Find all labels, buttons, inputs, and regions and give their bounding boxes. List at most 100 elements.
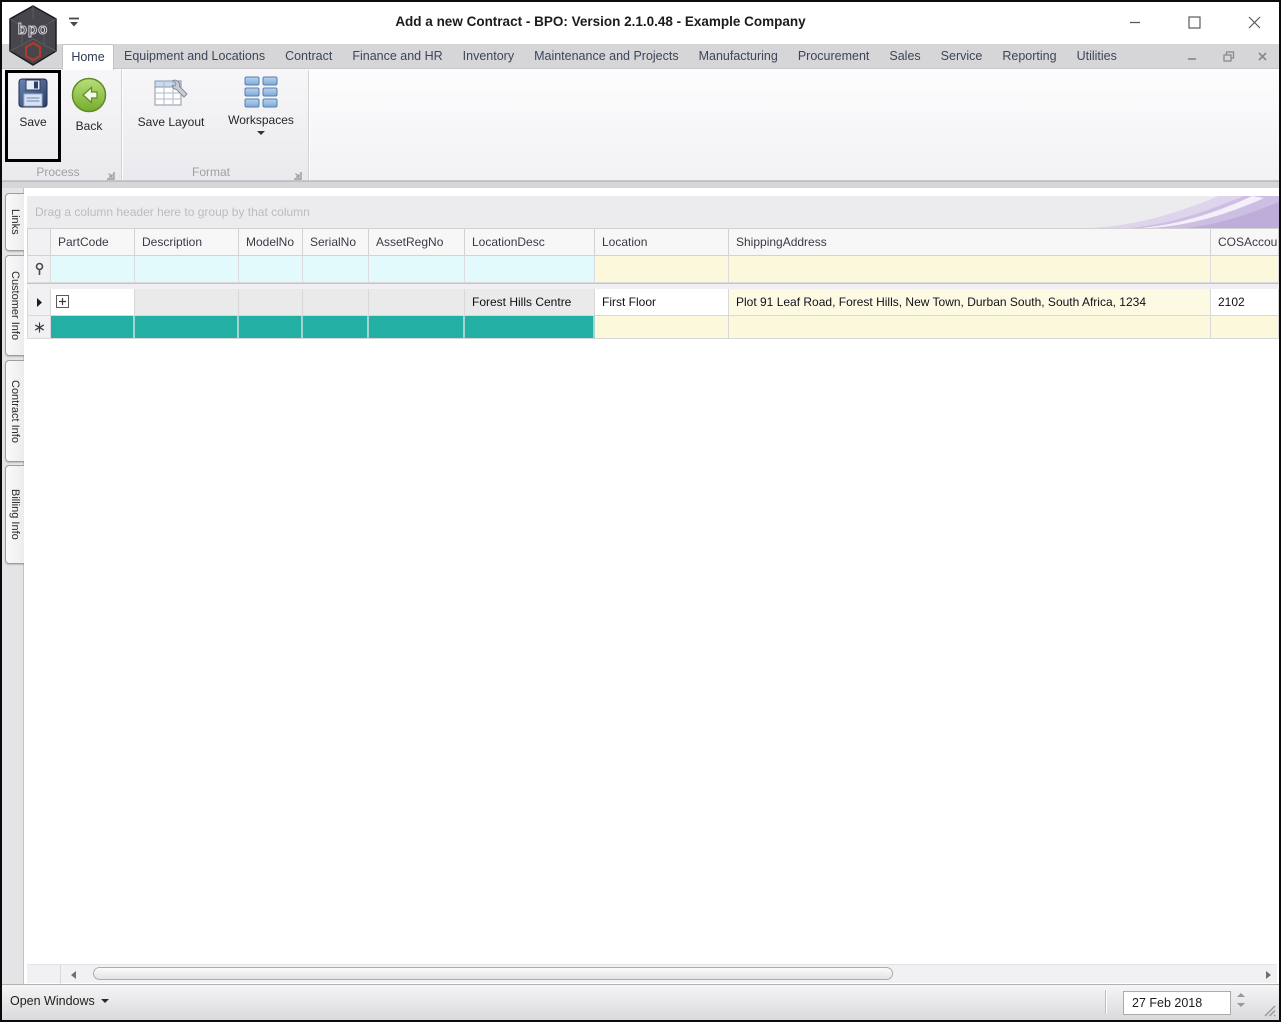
tab-maintenance-and-projects[interactable]: Maintenance and Projects <box>524 44 689 69</box>
new-cell-serialno[interactable] <box>303 316 369 339</box>
app-window: bpo Add a new Contract - BPO: Version 2.… <box>0 0 1281 1022</box>
minimize-button[interactable] <box>1115 8 1155 36</box>
date-spinner <box>1237 993 1245 1007</box>
group-by-panel[interactable]: Drag a column header here to group by th… <box>27 196 1279 228</box>
document-close-button[interactable] <box>1252 44 1272 69</box>
save-button[interactable]: Save <box>8 72 58 129</box>
process-dialog-launcher-icon[interactable] <box>106 167 115 180</box>
filter-cell-assetregno[interactable] <box>369 256 465 283</box>
new-cell-cosaccount[interactable] <box>1211 316 1279 339</box>
new-cell-shippingaddress[interactable] <box>729 316 1211 339</box>
new-cell-assetregno[interactable] <box>369 316 465 339</box>
cell-cosaccount[interactable]: 2102 <box>1211 289 1279 316</box>
cell-assetregno[interactable] <box>369 289 465 316</box>
workspaces-button[interactable]: Workspaces <box>215 72 307 135</box>
filter-cell-location[interactable] <box>595 256 729 283</box>
quick-access-dropdown-icon[interactable] <box>67 16 81 28</box>
scrollbar-right-arrow[interactable] <box>1266 971 1271 979</box>
tab-inventory[interactable]: Inventory <box>453 44 524 69</box>
header-indicator-cell <box>27 228 51 256</box>
document-restore-icon <box>1223 51 1235 62</box>
document-minimize-icon <box>1188 58 1196 60</box>
open-windows-dropdown[interactable]: Open Windows <box>10 994 109 1008</box>
cell-serialno[interactable] <box>303 289 369 316</box>
filter-cell-cosaccount[interactable] <box>1211 256 1279 283</box>
cell-shippingaddress[interactable]: Plot 91 Leaf Road, Forest Hills, New Tow… <box>729 289 1211 316</box>
tab-finance-and-hr[interactable]: Finance and HR <box>342 44 452 69</box>
scrollbar-thumb[interactable] <box>93 967 893 980</box>
tab-utilities[interactable]: Utilities <box>1067 44 1127 69</box>
sidebar-tab-contract-info[interactable]: Contract Info <box>5 360 24 462</box>
filter-cell-description[interactable] <box>135 256 239 283</box>
title-bar: bpo Add a new Contract - BPO: Version 2.… <box>2 2 1279 66</box>
spinner-down-icon[interactable] <box>1237 1003 1245 1007</box>
date-field[interactable]: 27 Feb 2018 <box>1123 991 1231 1015</box>
ribbon: Save Back Save Layout Workspaces Process… <box>2 69 1279 181</box>
maximize-button[interactable] <box>1174 8 1214 36</box>
tab-procurement[interactable]: Procurement <box>788 44 880 69</box>
cell-description[interactable] <box>135 289 239 316</box>
table-row: Forest Hills Centre First Floor Plot 91 … <box>27 289 1279 316</box>
close-icon <box>1248 16 1260 28</box>
cell-locationdesc[interactable]: Forest Hills Centre <box>465 289 595 316</box>
document-close-icon <box>1257 52 1267 61</box>
filter-cell-locationdesc[interactable] <box>465 256 595 283</box>
sidebar-tab-customer-info[interactable]: Customer Info <box>5 255 24 356</box>
column-header-shippingaddress[interactable]: ShippingAddress <box>729 228 1211 256</box>
cell-modelno[interactable] <box>239 289 303 316</box>
new-cell-partcode[interactable] <box>51 316 135 339</box>
new-cell-location[interactable] <box>595 316 729 339</box>
column-header-assetregno[interactable]: AssetRegNo <box>369 228 465 256</box>
filter-cell-modelno[interactable] <box>239 256 303 283</box>
column-header-locationdesc[interactable]: LocationDesc <box>465 228 595 256</box>
document-minimize-button[interactable] <box>1182 44 1202 69</box>
format-group-label: Format <box>191 165 230 179</box>
horizontal-scrollbar[interactable] <box>27 964 1277 984</box>
column-header-serialno[interactable]: SerialNo <box>303 228 369 256</box>
format-dialog-launcher-icon[interactable] <box>293 167 302 180</box>
column-header-modelno[interactable]: ModelNo <box>239 228 303 256</box>
filter-cell-partcode[interactable] <box>51 256 135 283</box>
spinner-up-icon[interactable] <box>1237 993 1245 997</box>
row-indicator-cell <box>27 289 51 316</box>
equipment-grid: Drag a column header here to group by th… <box>24 188 1279 986</box>
save-button-label: Save <box>19 115 47 129</box>
filter-cell-serialno[interactable] <box>303 256 369 283</box>
tab-home[interactable]: Home <box>62 44 114 70</box>
sidebar-tab-links[interactable]: Links <box>5 193 24 251</box>
ribbon-group-separator <box>121 70 122 180</box>
back-button[interactable]: Back <box>62 72 116 133</box>
tab-manufacturing[interactable]: Manufacturing <box>689 44 788 69</box>
column-header-description[interactable]: Description <box>135 228 239 256</box>
filter-cell-shippingaddress[interactable] <box>729 256 1211 283</box>
column-header-location[interactable]: Location <box>595 228 729 256</box>
new-cell-description[interactable] <box>135 316 239 339</box>
new-cell-locationdesc[interactable] <box>465 316 595 339</box>
status-bar-separator <box>1105 990 1106 1014</box>
tab-equipment-and-locations[interactable]: Equipment and Locations <box>114 44 275 69</box>
bpo-logo-icon: bpo <box>9 5 57 66</box>
tab-contract[interactable]: Contract <box>275 44 342 69</box>
side-tab-strip: Links Customer Info Contract Info Billin… <box>2 188 24 986</box>
new-cell-modelno[interactable] <box>239 316 303 339</box>
tab-sales[interactable]: Sales <box>879 44 930 69</box>
save-layout-label: Save Layout <box>137 115 205 129</box>
workspaces-label: Workspaces <box>228 113 294 127</box>
row-expand-icon[interactable] <box>56 295 69 308</box>
sidebar-tab-billing-info[interactable]: Billing Info <box>5 465 24 564</box>
save-layout-button[interactable]: Save Layout <box>129 72 213 129</box>
resize-grip-icon[interactable] <box>1263 1004 1276 1017</box>
new-item-row <box>27 316 1279 339</box>
column-header-cosaccount[interactable]: COSAccount <box>1211 228 1279 256</box>
cell-location[interactable]: First Floor <box>595 289 729 316</box>
tab-reporting[interactable]: Reporting <box>992 44 1066 69</box>
tab-service[interactable]: Service <box>931 44 993 69</box>
ribbon-tab-bar: Home Equipment and Locations Contract Fi… <box>2 44 1279 70</box>
column-header-partcode[interactable]: PartCode <box>51 228 135 256</box>
close-button[interactable] <box>1234 8 1274 36</box>
cell-partcode[interactable] <box>51 289 135 316</box>
document-restore-button[interactable] <box>1216 44 1242 69</box>
status-bar: Open Windows 27 Feb 2018 <box>2 984 1279 1020</box>
process-group-label: Process <box>36 165 80 179</box>
scrollbar-left-arrow[interactable] <box>71 971 76 979</box>
